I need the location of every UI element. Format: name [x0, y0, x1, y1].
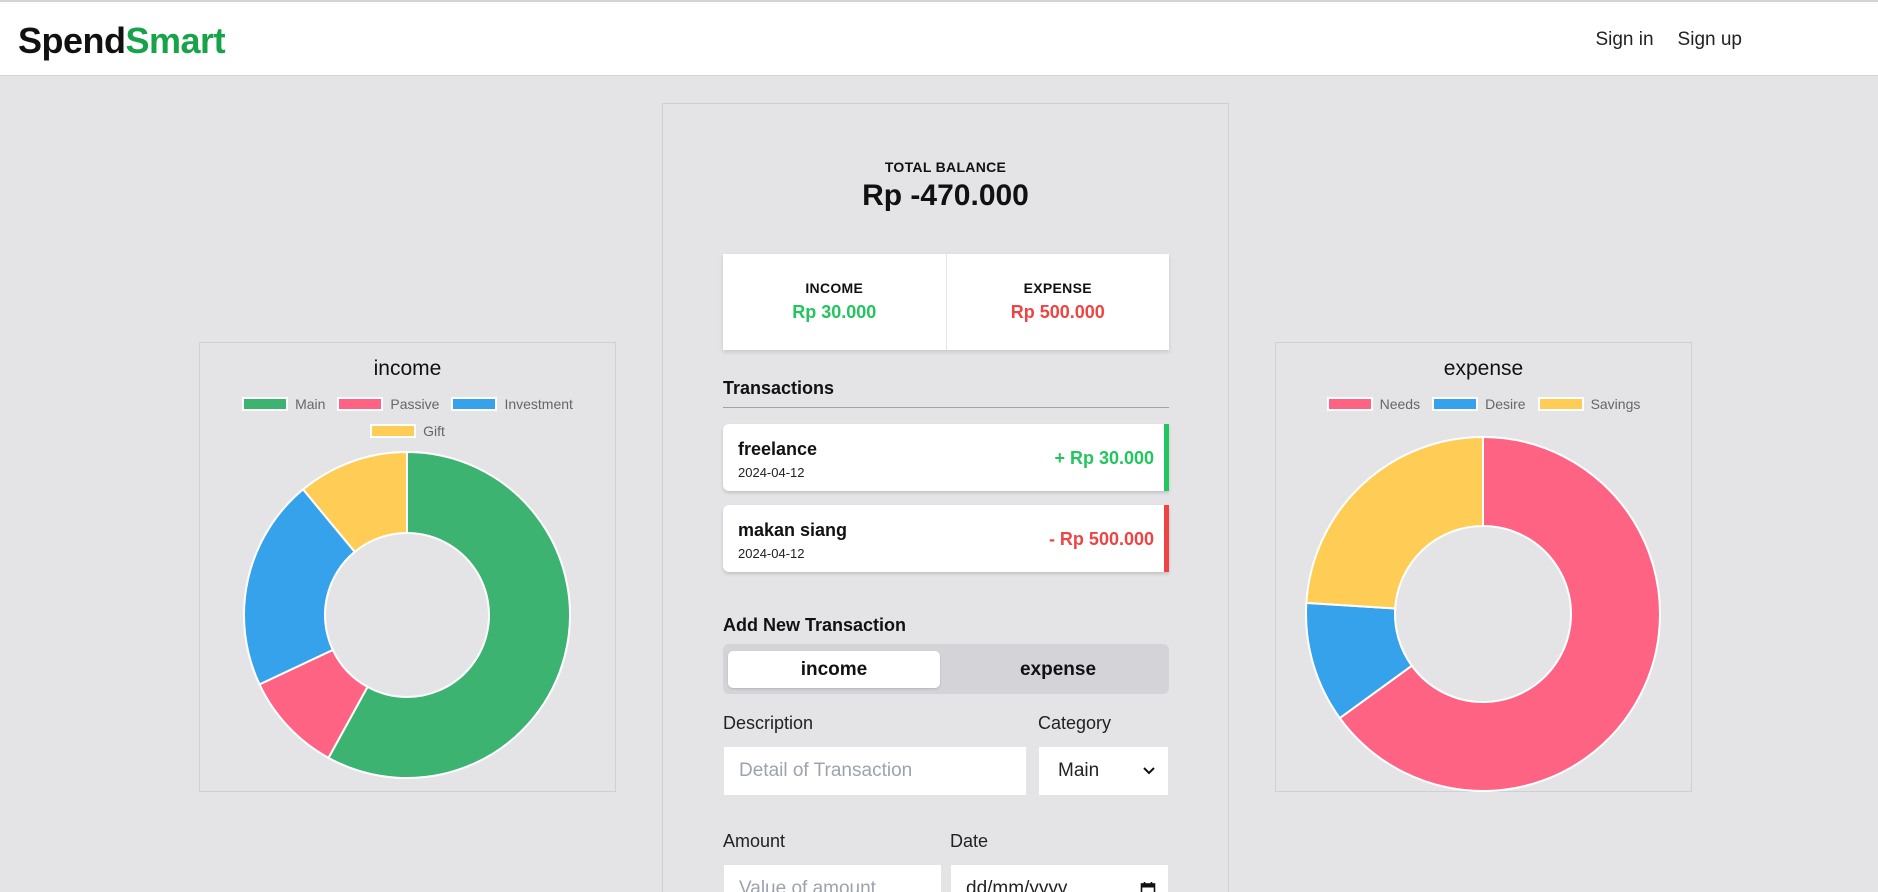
- amount-label: Amount: [723, 831, 786, 851]
- description-label: Description: [723, 713, 814, 733]
- income-expense-summary: INCOME Rp 30.000 EXPENSE Rp 500.000: [723, 254, 1169, 350]
- sign-in-link[interactable]: Sign in: [1595, 29, 1653, 51]
- amount-placeholder: Value of amount: [739, 878, 876, 892]
- category-label: Category: [1038, 713, 1112, 733]
- transaction-item[interactable]: freelance 2024-04-12 + Rp 30.000: [723, 424, 1169, 491]
- description-placeholder: Detail of Transaction: [739, 760, 913, 781]
- navbar: SpendSmart Sign in Sign up: [0, 0, 1878, 76]
- transaction-name: makan siang: [738, 520, 848, 540]
- brand-logo-part2: Smart: [125, 20, 226, 61]
- brand-logo[interactable]: SpendSmart: [18, 20, 226, 62]
- date-input[interactable]: dd/mm/yyyy: [950, 864, 1169, 892]
- transactions-divider: [723, 407, 1169, 408]
- chevron-down-icon: [1143, 767, 1155, 775]
- brand-logo-part1: Spend: [18, 20, 126, 61]
- income-summary: INCOME Rp 30.000: [723, 254, 946, 350]
- income-chart-card: income Main Passive Investment Gift: [199, 342, 616, 792]
- category-selected-value: Main: [1058, 760, 1100, 781]
- transaction-amount: + Rp 30.000: [1054, 448, 1154, 468]
- income-donut-chart: [243, 450, 571, 779]
- expense-summary-label: EXPENSE: [1023, 280, 1092, 296]
- date-placeholder: dd/mm/yyyy: [966, 878, 1068, 892]
- category-select[interactable]: Main: [1038, 746, 1169, 796]
- income-summary-label: INCOME: [805, 280, 864, 296]
- transaction-date: 2024-04-12: [738, 465, 805, 480]
- amount-input[interactable]: Value of amount: [723, 864, 942, 892]
- expense-tab-button[interactable]: expense: [952, 651, 1164, 688]
- transaction-type-toggle: income expense: [723, 644, 1169, 694]
- center-panel: TOTAL BALANCE Rp -470.000 INCOME Rp 30.0…: [662, 103, 1229, 892]
- add-transaction-title: Add New Transaction: [723, 615, 907, 635]
- transaction-name: freelance: [738, 439, 818, 459]
- calendar-icon[interactable]: [1140, 881, 1156, 892]
- income-summary-value: Rp 30.000: [792, 302, 877, 322]
- expense-chart-card: expense Needs Desire Savings: [1275, 342, 1692, 792]
- expense-slice-savings[interactable]: [1305, 435, 1484, 610]
- transaction-date: 2024-04-12: [738, 546, 805, 561]
- date-label: Date: [950, 831, 989, 851]
- description-input[interactable]: Detail of Transaction: [723, 746, 1027, 796]
- income-tab-button[interactable]: income: [728, 651, 940, 688]
- expense-summary-value: Rp 500.000: [1010, 302, 1105, 322]
- transaction-amount: - Rp 500.000: [1048, 529, 1154, 549]
- transaction-item[interactable]: makan siang 2024-04-12 - Rp 500.000: [723, 505, 1169, 572]
- total-balance-value: Rp -470.000: [862, 179, 1029, 212]
- sign-up-link[interactable]: Sign up: [1678, 29, 1742, 51]
- expense-donut-chart: [1305, 435, 1661, 792]
- transactions-title: Transactions: [723, 378, 835, 398]
- expense-summary: EXPENSE Rp 500.000: [945, 254, 1170, 350]
- total-balance-label: TOTAL BALANCE: [884, 159, 1007, 175]
- nav-links: Sign in Sign up: [1595, 29, 1742, 51]
